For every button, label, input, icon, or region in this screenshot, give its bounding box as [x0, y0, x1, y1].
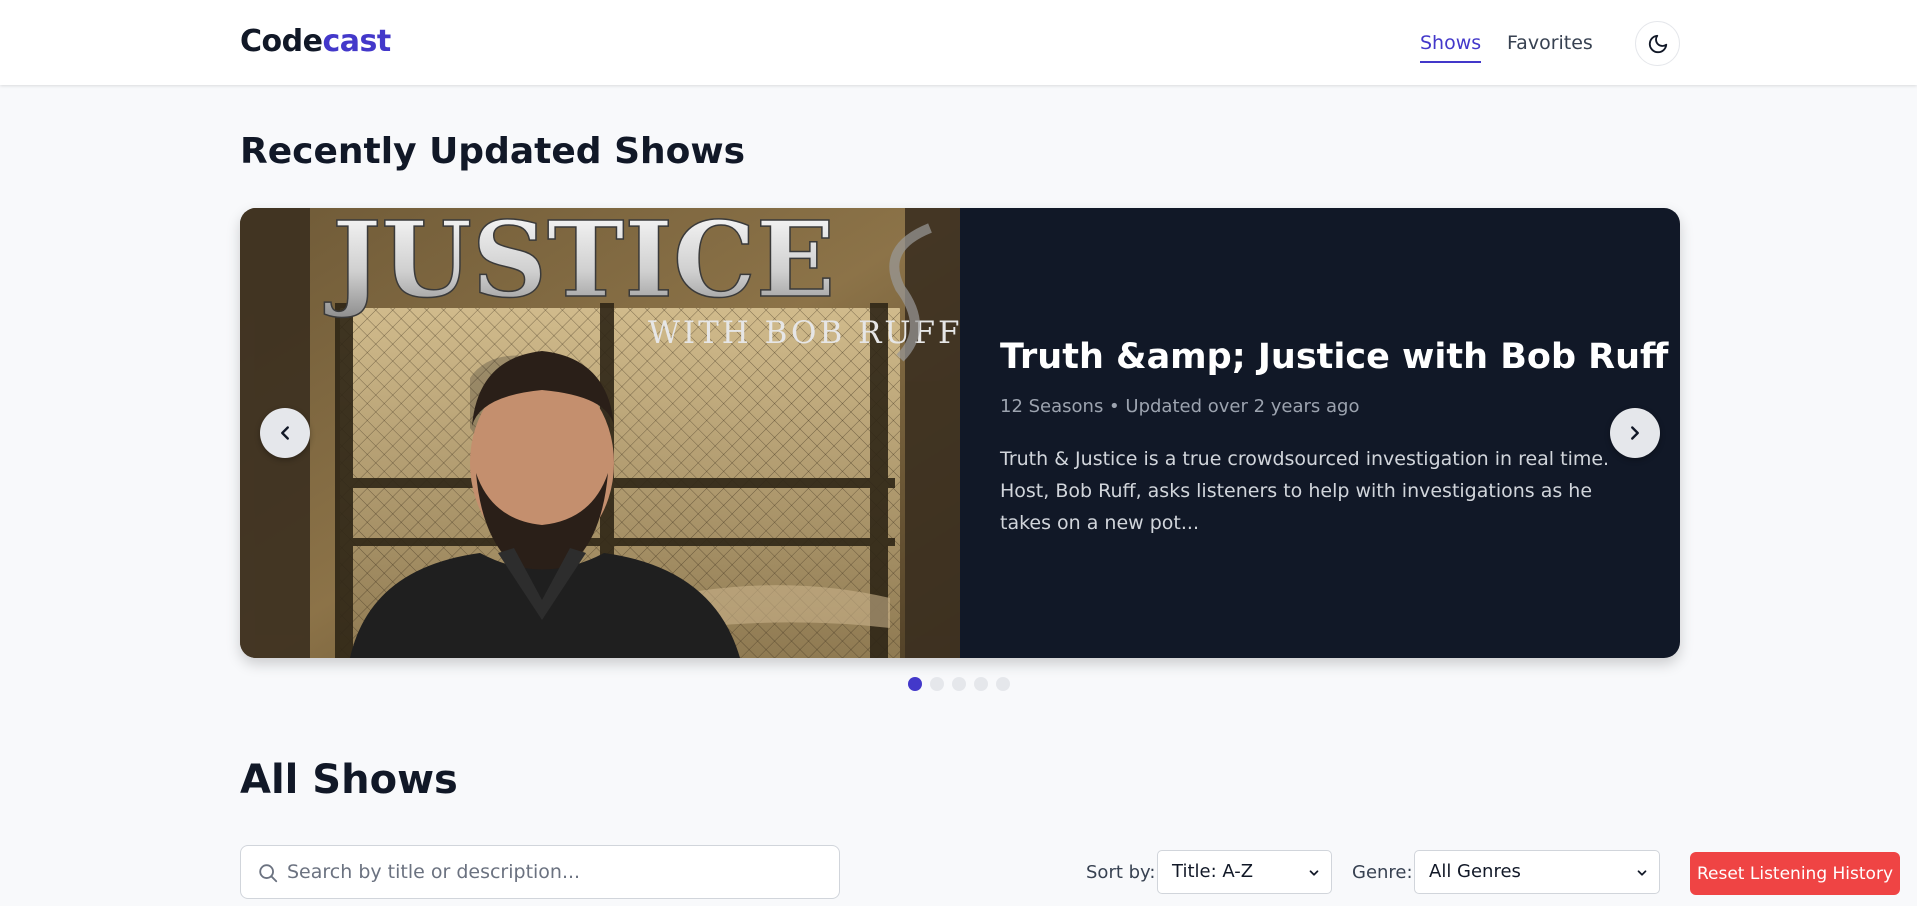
chevron-down-icon — [1637, 870, 1647, 876]
show-cover-image: JUSTICE WITH BOB RUFF — [240, 208, 960, 658]
carousel-dots — [908, 677, 1010, 691]
sort-label: Sort by: — [1086, 862, 1156, 883]
carousel-dot-3[interactable] — [952, 677, 966, 691]
carousel-dot-4[interactable] — [974, 677, 988, 691]
search-icon — [259, 864, 278, 883]
sort-select-value: Title: A-Z — [1172, 861, 1254, 882]
genre-select-value: All Genres — [1429, 861, 1521, 882]
logo-cast: cast — [322, 24, 391, 59]
carousel-dot-5[interactable] — [996, 677, 1010, 691]
reset-listening-history-button[interactable]: Reset Listening History — [1690, 852, 1900, 895]
carousel-next-button[interactable] — [1610, 408, 1660, 458]
cover-title-text: JUSTICE — [324, 208, 835, 321]
chevron-right-icon — [1631, 426, 1639, 440]
chevron-left-icon — [281, 426, 289, 440]
chevron-down-icon — [1309, 870, 1319, 876]
slide-title[interactable]: Truth &amp; Justice with Bob Ruff — [1000, 337, 1668, 377]
recent-shows-carousel: JUSTICE WITH BOB RUFF Truth &amp; Justic… — [240, 208, 1680, 658]
recently-updated-heading: Recently Updated Shows — [240, 131, 746, 172]
carousel-prev-button[interactable] — [260, 408, 310, 458]
sort-select[interactable]: Title: A-Z — [1157, 850, 1332, 894]
slide-description: Truth & Justice is a true crowdsourced i… — [1000, 448, 1610, 534]
slide-meta: 12 Seasons • Updated over 2 years ago — [1000, 396, 1360, 417]
top-header: Codecast Shows Favorites — [0, 0, 1917, 85]
theme-toggle-button[interactable] — [1635, 21, 1680, 66]
all-shows-heading: All Shows — [240, 757, 458, 803]
moon-icon — [1648, 34, 1667, 53]
logo[interactable]: Codecast — [240, 24, 391, 59]
search-input[interactable] — [287, 854, 827, 890]
genre-label: Genre: — [1352, 862, 1413, 883]
carousel-dot-1[interactable] — [908, 677, 922, 691]
logo-code: Code — [240, 24, 323, 59]
nav-favorites[interactable]: Favorites — [1507, 32, 1593, 54]
carousel-dot-2[interactable] — [930, 677, 944, 691]
genre-select[interactable]: All Genres — [1414, 850, 1660, 894]
search-box — [240, 845, 840, 899]
nav-shows[interactable]: Shows — [1420, 32, 1482, 63]
